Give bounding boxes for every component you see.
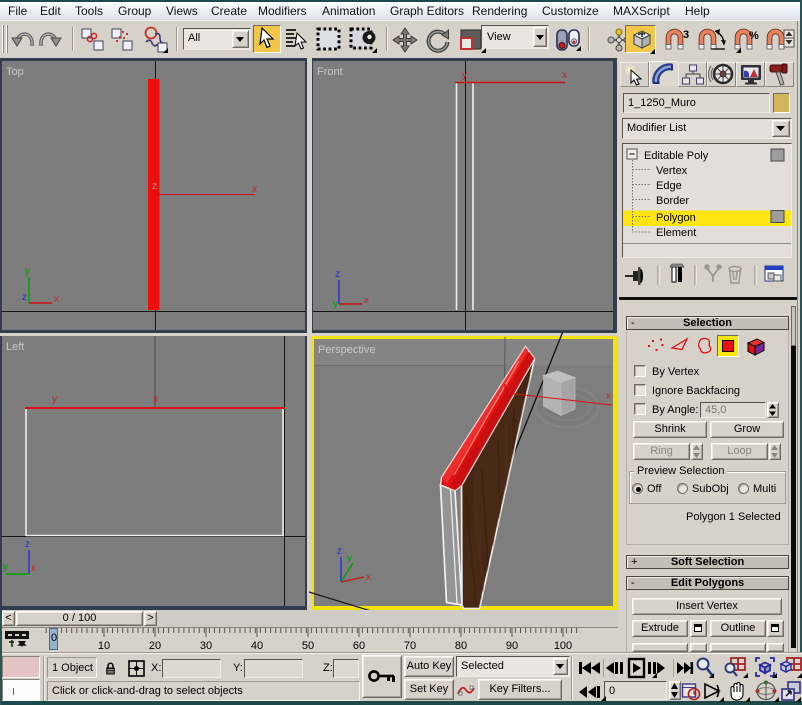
svg-text:Left: Left — [6, 341, 24, 353]
svg-text:x: x — [252, 184, 257, 195]
svg-text:10: 10 — [98, 640, 110, 652]
svg-text:z: z — [25, 539, 30, 550]
svg-text:x: x — [153, 394, 158, 405]
svg-text:40: 40 — [251, 640, 263, 652]
svg-text:3: 3 — [683, 29, 689, 41]
svg-text:y: y — [462, 70, 467, 81]
svg-text:z: z — [335, 269, 340, 280]
svg-text:y: y — [333, 299, 338, 310]
svg-text:z: z — [337, 546, 342, 557]
svg-text:100: 100 — [554, 640, 572, 652]
svg-text:60: 60 — [353, 640, 365, 652]
svg-text:Border: Border — [656, 195, 689, 207]
svg-text:y: y — [347, 553, 352, 564]
svg-text:z: z — [22, 292, 27, 303]
svg-text:y: y — [52, 394, 57, 405]
svg-text:Polygon: Polygon — [656, 212, 696, 224]
svg-text:Edge: Edge — [656, 180, 682, 192]
svg-text:z: z — [152, 181, 157, 192]
svg-text:x: x — [31, 563, 36, 574]
svg-text:Element: Element — [656, 227, 696, 239]
svg-text:%: % — [749, 30, 759, 42]
svg-text:20: 20 — [149, 640, 161, 652]
svg-text:50: 50 — [302, 640, 314, 652]
svg-text:x: x — [606, 391, 611, 402]
svg-text:90: 90 — [506, 640, 518, 652]
svg-text:x: x — [54, 294, 59, 305]
svg-text:Vertex: Vertex — [656, 165, 688, 177]
svg-text:x: x — [562, 70, 567, 81]
svg-text:30: 30 — [200, 640, 212, 652]
svg-text:Perspective: Perspective — [318, 344, 375, 356]
svg-text:Top: Top — [6, 66, 24, 78]
svg-text:80: 80 — [455, 640, 467, 652]
svg-text:y: y — [25, 266, 30, 277]
svg-text:x: x — [366, 572, 371, 583]
svg-text:Front: Front — [317, 66, 343, 78]
svg-text:y: y — [509, 382, 514, 392]
svg-text:y: y — [3, 562, 8, 573]
svg-text:x: x — [364, 295, 369, 306]
svg-text:Editable Poly: Editable Poly — [644, 150, 709, 162]
svg-text:70: 70 — [404, 640, 416, 652]
